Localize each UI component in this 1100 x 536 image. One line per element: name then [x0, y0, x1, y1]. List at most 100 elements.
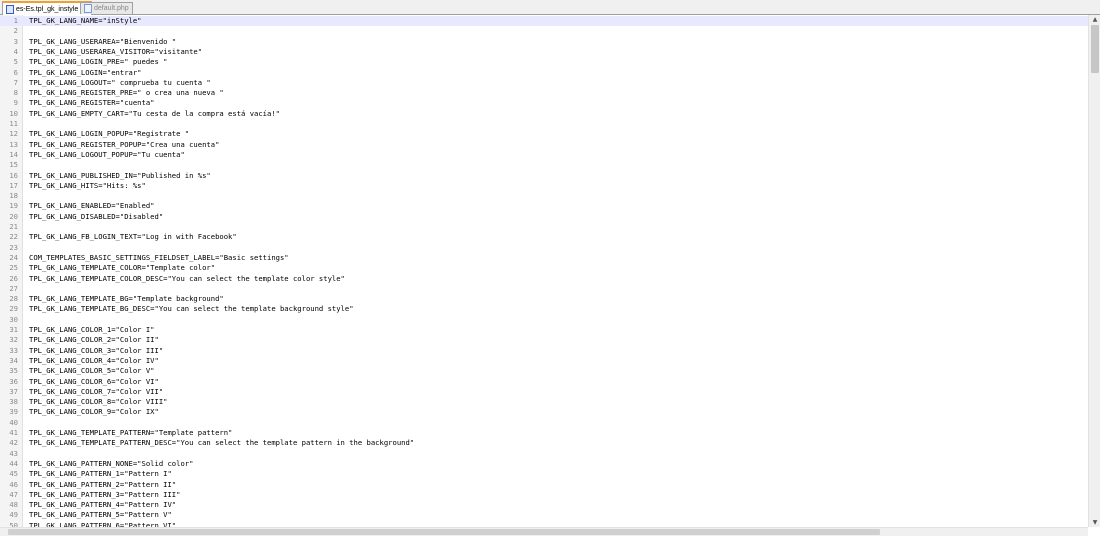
line-number: 15 [9, 160, 18, 170]
code-line[interactable]: 42 TPL_GK_LANG_TEMPLATE_PATTERN_DESC="You… [0, 438, 1088, 448]
code-line[interactable]: 12 TPL_GK_LANG_LOGIN_POPUP="Registrate " [0, 129, 1088, 139]
line-text: TPL_GK_LANG_REGISTER_PRE=" o crea una nu… [29, 88, 224, 98]
code-line[interactable]: 21 [0, 222, 1088, 232]
line-text: TPL_GK_LANG_PATTERN_2="Pattern II" [29, 479, 177, 489]
tab-label: es-Es.tpl_gk_instyle [16, 5, 79, 13]
code-line[interactable]: 39 TPL_GK_LANG_COLOR_9="Color IX" [0, 407, 1088, 417]
code-line[interactable]: 46 TPL_GK_LANG_PATTERN_2="Pattern II" [0, 480, 1088, 490]
code-editor[interactable]: 1 TPL_GK_LANG_NAME="inStyle" 2 3 TPL_GK_LANG… [0, 15, 1088, 527]
line-text: TPL_GK_LANG_EMPTY_CART="Tu cesta de la c… [29, 108, 280, 118]
code-line[interactable]: 22 TPL_GK_LANG_FB_LOGIN_TEXT="Log in with… [0, 232, 1088, 242]
line-text: TPL_GK_LANG_HITS="Hits: %s" [29, 180, 146, 190]
line-number: 26 [9, 273, 18, 283]
code-line[interactable]: 3 TPL_GK_LANG_USERAREA="Bienvenido " [0, 37, 1088, 47]
line-text: COM_TEMPLATES_BASIC_SETTINGS_FIELDSET_LA… [29, 252, 289, 262]
horizontal-scroll-thumb[interactable] [8, 529, 880, 535]
code-line[interactable]: 47 TPL_GK_LANG_PATTERN_3="Pattern III" [0, 490, 1088, 500]
code-line[interactable]: 41 TPL_GK_LANG_TEMPLATE_PATTERN="Template… [0, 428, 1088, 438]
line-number: 17 [9, 180, 18, 190]
code-line[interactable]: 29 TPL_GK_LANG_TEMPLATE_BG_DESC="You can … [0, 304, 1088, 314]
tab-default-php[interactable]: default.php [80, 2, 133, 14]
code-line[interactable]: 26 TPL_GK_LANG_TEMPLATE_COLOR_DESC="You c… [0, 274, 1088, 284]
line-number: 31 [9, 325, 18, 334]
code-line[interactable]: 23 [0, 243, 1088, 253]
line-number: 22 [9, 232, 18, 242]
document-icon [84, 4, 92, 13]
code-line[interactable]: 13 TPL_GK_LANG_REGISTER_POPUP="Crea una c… [0, 140, 1088, 150]
line-number: 30 [9, 314, 18, 324]
line-text: TPL_GK_LANG_LOGOUT_POPUP="Tu cuenta" [29, 149, 185, 159]
line-number: 24 [9, 252, 18, 262]
code-line[interactable]: 31 TPL_GK_LANG_COLOR_1="Color I" [0, 325, 1088, 335]
code-line[interactable]: 16 TPL_GK_LANG_PUBLISHED_IN="Published in… [0, 171, 1088, 181]
line-text: TPL_GK_LANG_TEMPLATE_PATTERN_DESC="You c… [29, 438, 415, 448]
line-number: 46 [9, 479, 18, 489]
code-line[interactable]: 11 [0, 119, 1088, 129]
line-text: TPL_GK_LANG_USERAREA="Bienvenido " [29, 36, 177, 46]
line-text: TPL_GK_LANG_REGISTER_POPUP="Crea una cue… [29, 139, 220, 149]
code-line[interactable]: 25 TPL_GK_LANG_TEMPLATE_COLOR="Template c… [0, 263, 1088, 273]
code-line[interactable]: 35 TPL_GK_LANG_COLOR_5="Color V" [0, 366, 1088, 376]
code-line[interactable]: 1 TPL_GK_LANG_NAME="inStyle" [0, 16, 1088, 27]
code-line[interactable]: 19 TPL_GK_LANG_ENABLED="Enabled" [0, 201, 1088, 211]
line-number: 36 [9, 376, 18, 386]
line-number: 21 [9, 222, 18, 231]
code-line[interactable]: 49 TPL_GK_LANG_PATTERN_5="Pattern V" [0, 510, 1088, 520]
line-text: TPL_GK_LANG_FB_LOGIN_TEXT="Log in with F… [29, 232, 237, 242]
code-line[interactable]: 8 TPL_GK_LANG_REGISTER_PRE=" o crea una n… [0, 88, 1088, 98]
code-line[interactable]: 45 TPL_GK_LANG_PATTERN_1="Pattern I" [0, 469, 1088, 479]
code-line[interactable]: 18 [0, 191, 1088, 201]
code-line[interactable]: 5 TPL_GK_LANG_LOGIN_PRE=" puedes " [0, 57, 1088, 67]
arrow-down-icon[interactable]: ▼ [1089, 518, 1100, 527]
line-text: TPL_GK_LANG_TEMPLATE_BG="Template backgr… [29, 294, 224, 304]
line-text: TPL_GK_LANG_DISABLED="Disabled" [29, 211, 164, 221]
line-number: 40 [9, 417, 18, 427]
code-line[interactable]: 14 TPL_GK_LANG_LOGOUT_POPUP="Tu cuenta" [0, 150, 1088, 160]
code-line[interactable]: 24 COM_TEMPLATES_BASIC_SETTINGS_FIELDSET_… [0, 253, 1088, 263]
code-line[interactable]: 32 TPL_GK_LANG_COLOR_2="Color II" [0, 335, 1088, 345]
line-number: 23 [9, 242, 18, 252]
line-text: TPL_GK_LANG_TEMPLATE_COLOR_DESC="You can… [29, 273, 345, 283]
code-line[interactable]: 34 TPL_GK_LANG_COLOR_4="Color IV" [0, 356, 1088, 366]
code-line[interactable]: 40 [0, 418, 1088, 428]
code-line[interactable]: 17 TPL_GK_LANG_HITS="Hits: %s" [0, 181, 1088, 191]
line-text: TPL_GK_LANG_TEMPLATE_PATTERN="Template p… [29, 428, 233, 437]
line-text: TPL_GK_LANG_COLOR_3="Color III" [29, 345, 164, 355]
code-line[interactable]: 2 [0, 26, 1088, 36]
code-line[interactable]: 37 TPL_GK_LANG_COLOR_7="Color VII" [0, 387, 1088, 397]
line-text: TPL_GK_LANG_LOGIN_POPUP="Registrate " [29, 129, 190, 139]
line-text: TPL_GK_LANG_COLOR_2="Color II" [29, 335, 159, 345]
code-line[interactable]: 4 TPL_GK_LANG_USERAREA_VISITOR="visitante… [0, 47, 1088, 57]
code-line[interactable]: 15 [0, 160, 1088, 170]
line-text: TPL_GK_LANG_TEMPLATE_BG_DESC="You can se… [29, 304, 354, 314]
code-line[interactable]: 27 [0, 284, 1088, 294]
tab-es-es-tpl-gk-instyle[interactable]: es-Es.tpl_gk_instyle ✕ [2, 1, 93, 15]
line-number: 47 [9, 489, 18, 499]
tab-bar: es-Es.tpl_gk_instyle ✕ default.php [0, 0, 1100, 15]
line-text: TPL_GK_LANG_TEMPLATE_COLOR="Template col… [29, 263, 216, 273]
code-line[interactable]: 30 [0, 315, 1088, 325]
code-line[interactable]: 6 TPL_GK_LANG_LOGIN="entrar" [0, 68, 1088, 78]
line-text: TPL_GK_LANG_LOGOUT=" comprueba tu cuenta… [29, 77, 211, 87]
line-text: TPL_GK_LANG_NAME="inStyle" [29, 16, 142, 25]
code-line[interactable]: 38 TPL_GK_LANG_COLOR_8="Color VIII" [0, 397, 1088, 407]
line-number: 10 [9, 108, 18, 118]
line-number: 11 [9, 119, 18, 128]
code-line[interactable]: 33 TPL_GK_LANG_COLOR_3="Color III" [0, 346, 1088, 356]
line-number: 1 [13, 16, 18, 25]
code-line[interactable]: 9 TPL_GK_LANG_REGISTER="cuenta" [0, 98, 1088, 108]
line-text: TPL_GK_LANG_REGISTER="cuenta" [29, 98, 155, 108]
arrow-up-icon[interactable]: ▲ [1089, 15, 1100, 24]
code-line[interactable]: 10 TPL_GK_LANG_EMPTY_CART="Tu cesta de la… [0, 109, 1088, 119]
code-line[interactable]: 20 TPL_GK_LANG_DISABLED="Disabled" [0, 212, 1088, 222]
line-number: 5 [13, 57, 18, 67]
code-line[interactable]: 44 TPL_GK_LANG_PATTERN_NONE="Solid color" [0, 459, 1088, 469]
vertical-scroll-thumb[interactable] [1091, 25, 1099, 73]
code-line[interactable]: 36 TPL_GK_LANG_COLOR_6="Color VI" [0, 377, 1088, 387]
line-number: 41 [9, 428, 18, 437]
code-line[interactable]: 28 TPL_GK_LANG_TEMPLATE_BG="Template back… [0, 294, 1088, 304]
code-line[interactable]: 43 [0, 449, 1088, 459]
code-line[interactable]: 48 TPL_GK_LANG_PATTERN_4="Pattern IV" [0, 500, 1088, 510]
code-line[interactable]: 7 TPL_GK_LANG_LOGOUT=" comprueba tu cuent… [0, 78, 1088, 88]
vertical-scrollbar[interactable]: ▲ ▼ [1088, 15, 1100, 527]
